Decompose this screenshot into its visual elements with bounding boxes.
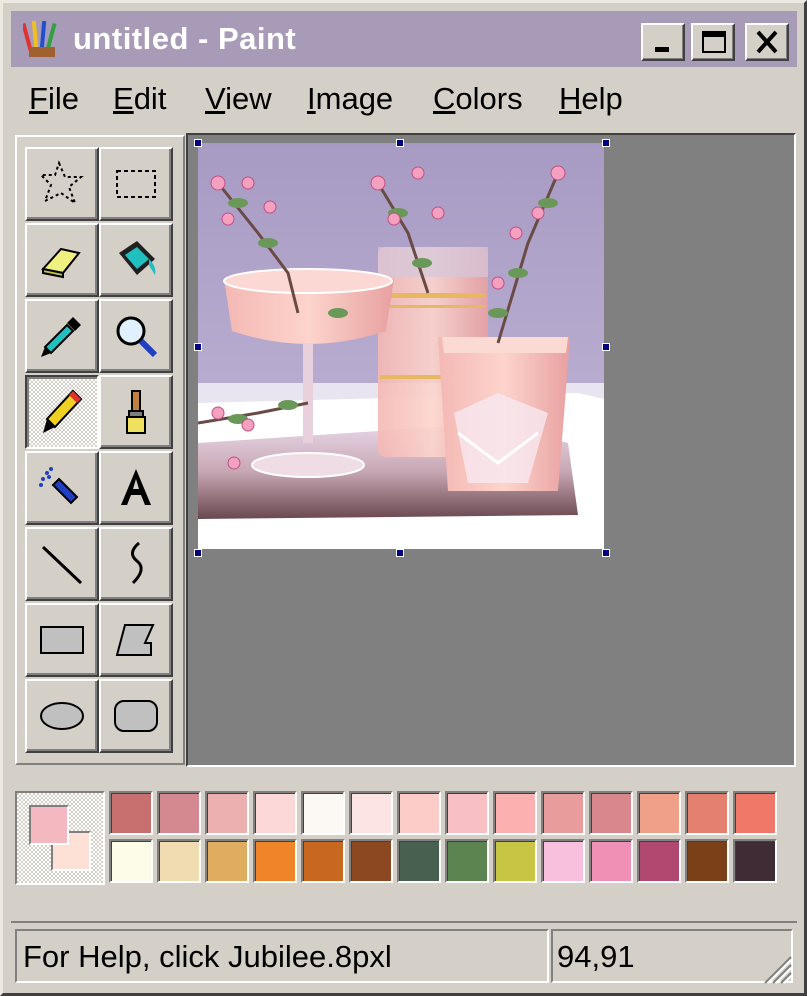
tool-pencil[interactable]: [25, 375, 99, 449]
palette-swatch[interactable]: [733, 839, 777, 883]
rounded-rectangle-icon: [114, 700, 158, 732]
palette-swatch[interactable]: [397, 791, 441, 835]
resize-handle-bottom[interactable]: [396, 549, 404, 557]
palette-swatch[interactable]: [493, 839, 537, 883]
palette-swatch[interactable]: [637, 839, 681, 883]
palette-swatch[interactable]: [205, 791, 249, 835]
drawing-canvas[interactable]: [198, 143, 604, 549]
eyedropper-icon: [41, 317, 81, 357]
palette-swatch[interactable]: [589, 791, 633, 835]
color-palette: [15, 791, 785, 887]
window-title: untitled - Paint: [73, 21, 297, 56]
resize-handle-corner[interactable]: [602, 549, 610, 557]
airbrush-icon: [39, 467, 79, 505]
resize-handle-right[interactable]: [602, 343, 610, 351]
status-help-text: For Help, click Jubilee.8pxl: [15, 929, 549, 983]
palette-swatch[interactable]: [685, 791, 729, 835]
menu-view[interactable]: View: [205, 81, 272, 117]
current-colors: [15, 791, 105, 885]
tool-rectangle[interactable]: [25, 603, 99, 677]
resize-handle: [396, 139, 404, 147]
palette-swatch[interactable]: [349, 791, 393, 835]
palette-swatch[interactable]: [157, 791, 201, 835]
resize-handle: [194, 343, 202, 351]
palette-swatch[interactable]: [349, 839, 393, 883]
glasses-blossom-image: [198, 143, 604, 549]
resize-handle: [194, 549, 202, 557]
tool-text[interactable]: [99, 451, 173, 525]
palette-swatch[interactable]: [109, 791, 153, 835]
menu-bar: File Edit View Image Colors Help: [11, 73, 797, 129]
tool-brush[interactable]: [99, 375, 173, 449]
status-bar: For Help, click Jubilee.8pxl 94,91: [11, 921, 797, 987]
palette-swatch[interactable]: [253, 839, 297, 883]
menu-file[interactable]: File: [29, 81, 79, 117]
minimize-icon: [655, 47, 669, 52]
close-button[interactable]: [745, 23, 789, 61]
palette-swatch[interactable]: [685, 839, 729, 883]
tool-rounded-rectangle[interactable]: [99, 679, 173, 753]
ellipse-icon: [40, 702, 84, 730]
tool-select[interactable]: [99, 147, 173, 221]
title-bar[interactable]: untitled - Paint: [11, 11, 797, 67]
tool-pick-color[interactable]: [25, 299, 99, 373]
menu-colors[interactable]: Colors: [433, 81, 523, 117]
maximize-button[interactable]: [691, 23, 735, 61]
tool-magnifier[interactable]: [99, 299, 173, 373]
palette-swatch[interactable]: [157, 839, 201, 883]
eraser-icon: [41, 247, 81, 279]
paint-app-icon[interactable]: [21, 19, 63, 59]
rectangle-icon: [40, 626, 84, 654]
text-icon: [121, 469, 151, 505]
paint-bucket-icon: [119, 241, 156, 275]
menu-help[interactable]: Help: [559, 81, 623, 117]
palette-swatch[interactable]: [637, 791, 681, 835]
menu-edit[interactable]: Edit: [113, 81, 166, 117]
palette-swatch[interactable]: [301, 791, 345, 835]
resize-handle: [194, 139, 202, 147]
palette-swatch[interactable]: [445, 791, 489, 835]
resize-handle: [602, 139, 610, 147]
paint-window: untitled - Paint File Edit View Image Co…: [0, 0, 807, 996]
palette-swatch[interactable]: [253, 791, 297, 835]
tool-free-form-select[interactable]: [25, 147, 99, 221]
palette-swatch[interactable]: [541, 839, 585, 883]
foreground-color-swatch: [29, 805, 69, 845]
rect-select-icon: [116, 170, 156, 198]
line-icon: [41, 545, 83, 585]
tool-polygon[interactable]: [99, 603, 173, 677]
tool-ellipse[interactable]: [25, 679, 99, 753]
magnifier-icon: [116, 316, 158, 358]
maximize-icon: [702, 31, 726, 53]
palette-swatch[interactable]: [109, 839, 153, 883]
palette-swatch[interactable]: [445, 839, 489, 883]
canvas-area[interactable]: [186, 133, 796, 767]
resize-grip-icon[interactable]: [759, 951, 793, 985]
tool-curve[interactable]: [99, 527, 173, 601]
free-form-select-icon: [38, 160, 84, 206]
palette-swatch[interactable]: [541, 791, 585, 835]
curve-icon: [131, 541, 143, 585]
palette-swatch[interactable]: [589, 839, 633, 883]
tool-airbrush[interactable]: [25, 451, 99, 525]
close-icon: [756, 30, 778, 54]
tool-fill-with-color[interactable]: [99, 223, 173, 297]
palette-swatch[interactable]: [301, 839, 345, 883]
menu-image[interactable]: Image: [307, 81, 393, 117]
pencil-icon: [43, 389, 83, 433]
toolbox: [15, 135, 185, 765]
tool-eraser[interactable]: [25, 223, 99, 297]
polygon-icon: [115, 624, 155, 656]
minimize-button[interactable]: [641, 23, 685, 61]
palette-swatch[interactable]: [733, 791, 777, 835]
status-coordinates: 94,91: [551, 929, 793, 983]
brush-icon: [126, 390, 146, 434]
tool-line[interactable]: [25, 527, 99, 601]
palette-swatch[interactable]: [493, 791, 537, 835]
palette-swatch[interactable]: [205, 839, 249, 883]
palette-swatch[interactable]: [397, 839, 441, 883]
